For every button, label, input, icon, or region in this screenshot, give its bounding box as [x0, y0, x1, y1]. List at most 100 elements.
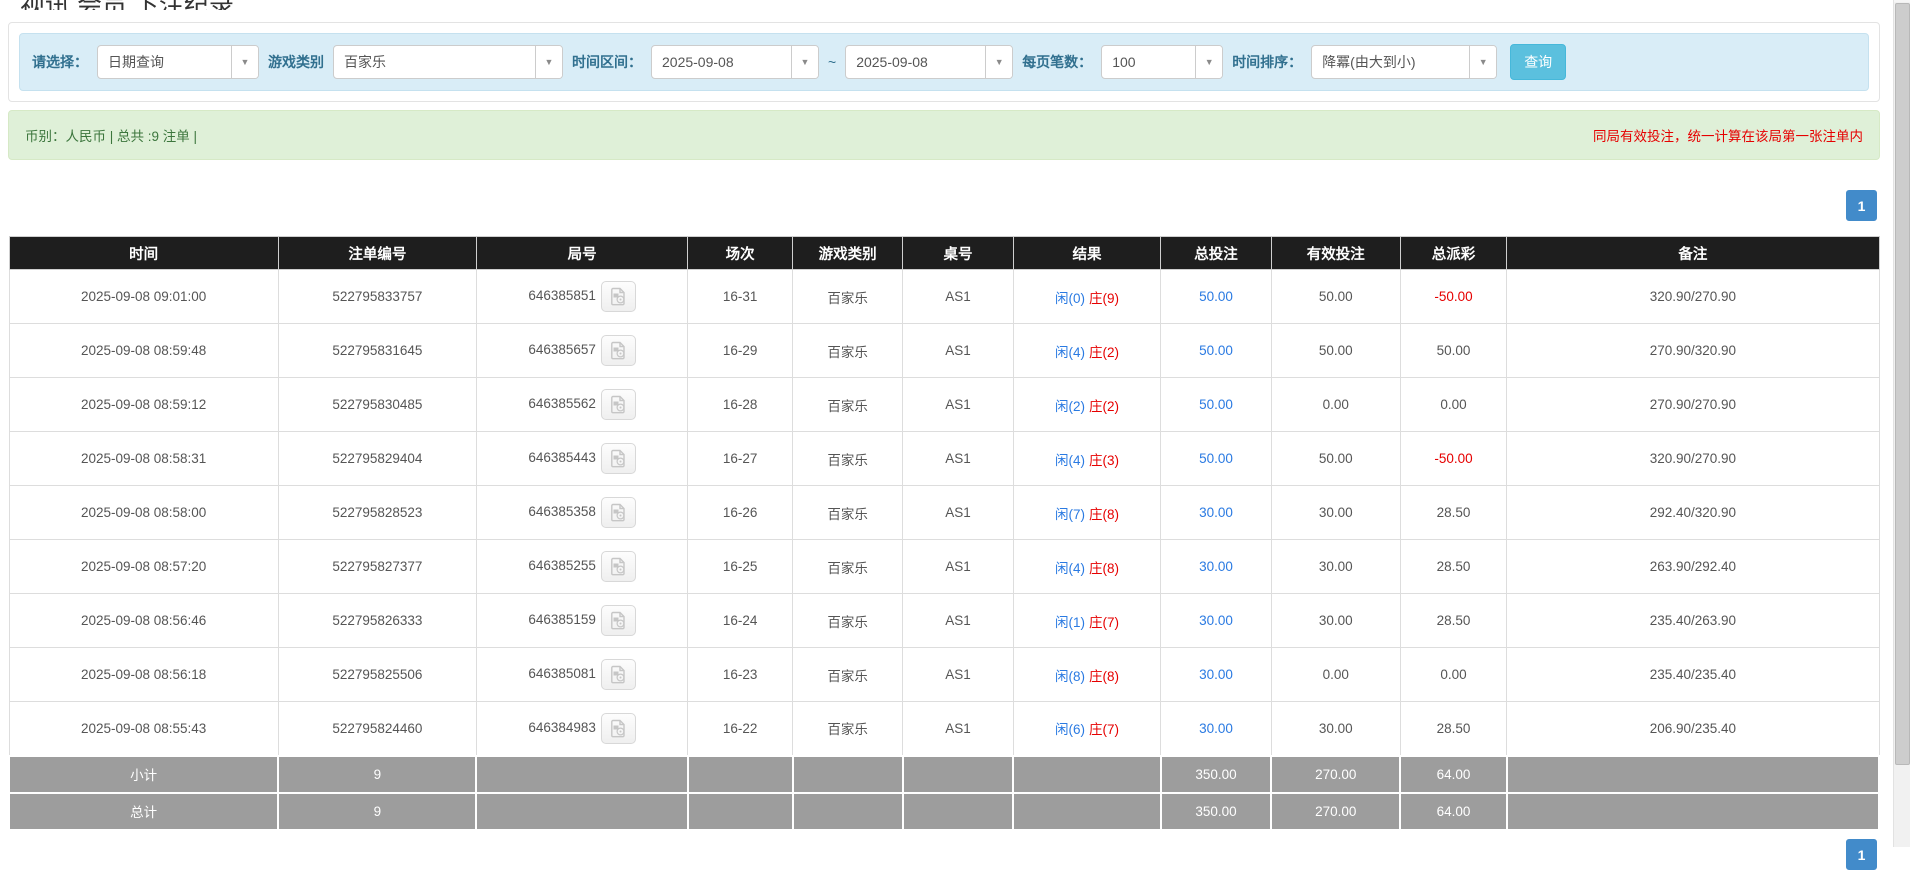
game-type-select[interactable]: 百家乐 ▼: [333, 45, 563, 79]
table-row: 2025-09-08 09:01:00 522795833757 6463858…: [9, 270, 1879, 324]
cell-time: 2025-09-08 08:59:48: [9, 324, 278, 378]
chevron-down-icon: ▼: [535, 46, 562, 78]
cell-table-no: AS1: [903, 324, 1013, 378]
cell-result: 闲(4)庄(8): [1013, 540, 1161, 594]
filter-panel: 请选择： 日期查询 ▼ 游戏类别 百家乐 ▼ 时间区间： 2025-09-08 …: [8, 22, 1880, 102]
cell-total-bet[interactable]: 30.00: [1161, 702, 1271, 756]
chevron-down-icon: ▼: [985, 46, 1012, 78]
cell-valid-bet: 50.00: [1271, 432, 1400, 486]
cell-total-bet[interactable]: 50.00: [1161, 270, 1271, 324]
cell-payout: 50.00: [1400, 324, 1507, 378]
cell-game-type: 百家乐: [793, 486, 903, 540]
per-page-select[interactable]: 100 ▼: [1101, 45, 1223, 79]
cell-game-type: 百家乐: [793, 324, 903, 378]
cell-valid-bet: 50.00: [1271, 270, 1400, 324]
cell-total-bet[interactable]: 50.00: [1161, 324, 1271, 378]
video-replay-icon[interactable]: [601, 605, 636, 636]
pagination-top: 1: [8, 190, 1880, 222]
col-header-total-bet: 总投注: [1161, 237, 1271, 270]
video-replay-icon[interactable]: [601, 497, 636, 528]
table-row: 2025-09-08 08:58:00 522795828523 6463853…: [9, 486, 1879, 540]
table-row: 2025-09-08 08:59:12 522795830485 6463855…: [9, 378, 1879, 432]
video-replay-icon[interactable]: [601, 551, 636, 582]
cell-table-no: AS1: [903, 270, 1013, 324]
subtotal-payout: 64.00: [1400, 756, 1507, 793]
cell-table-no: AS1: [903, 702, 1013, 756]
cell-time: 2025-09-08 08:56:18: [9, 648, 278, 702]
cell-total-bet[interactable]: 30.00: [1161, 594, 1271, 648]
per-page-label: 每页笔数：: [1022, 52, 1092, 72]
cell-round-id: 646385358: [476, 486, 687, 540]
col-header-round-id: 局号: [476, 237, 687, 270]
cell-session: 16-27: [688, 432, 793, 486]
select-type-label: 请选择：: [32, 52, 88, 72]
cell-total-bet[interactable]: 30.00: [1161, 540, 1271, 594]
video-replay-icon[interactable]: [601, 281, 636, 312]
cell-remark: 235.40/263.90: [1507, 594, 1879, 648]
cell-table-no: AS1: [903, 594, 1013, 648]
page-title: 视讯 会员 下注纪录: [20, 0, 1880, 10]
bet-records-table: 时间 注单编号 局号 场次 游戏类别 桌号 结果 总投注 有效投注 总派彩 备注…: [8, 236, 1880, 831]
cell-remark: 320.90/270.90: [1507, 432, 1879, 486]
cell-session: 16-23: [688, 648, 793, 702]
chevron-down-icon: ▼: [791, 46, 818, 78]
date-from-select[interactable]: 2025-09-08 ▼: [651, 45, 819, 79]
cell-session: 16-28: [688, 378, 793, 432]
page-1-button[interactable]: 1: [1846, 190, 1877, 221]
page-1-button-bottom[interactable]: 1: [1846, 839, 1877, 870]
time-sort-value: 降冪(由大到小): [1312, 46, 1469, 78]
cell-total-bet[interactable]: 30.00: [1161, 648, 1271, 702]
cell-game-type: 百家乐: [793, 594, 903, 648]
scrollbar-thumb[interactable]: [1895, 3, 1910, 765]
cell-total-bet[interactable]: 50.00: [1161, 378, 1271, 432]
cell-payout: 28.50: [1400, 594, 1507, 648]
cell-game-type: 百家乐: [793, 432, 903, 486]
chevron-down-icon: ▼: [1469, 46, 1496, 78]
time-sort-select[interactable]: 降冪(由大到小) ▼: [1311, 45, 1497, 79]
cell-payout: 0.00: [1400, 648, 1507, 702]
cell-remark: 206.90/235.40: [1507, 702, 1879, 756]
cell-result: 闲(4)庄(2): [1013, 324, 1161, 378]
video-replay-icon[interactable]: [601, 713, 636, 744]
table-row: 2025-09-08 08:55:43 522795824460 6463849…: [9, 702, 1879, 756]
cell-total-bet[interactable]: 50.00: [1161, 432, 1271, 486]
cell-time: 2025-09-08 08:55:43: [9, 702, 278, 756]
video-replay-icon[interactable]: [601, 659, 636, 690]
time-sort-label: 时间排序：: [1232, 52, 1302, 72]
cell-total-bet[interactable]: 30.00: [1161, 486, 1271, 540]
cell-round-id: 646385851: [476, 270, 687, 324]
grand-total-valid-bet: 270.00: [1271, 793, 1400, 830]
cell-round-id: 646385562: [476, 378, 687, 432]
date-to-select[interactable]: 2025-09-08 ▼: [845, 45, 1013, 79]
video-replay-icon[interactable]: [601, 389, 636, 420]
cell-payout: 28.50: [1400, 540, 1507, 594]
cell-game-type: 百家乐: [793, 540, 903, 594]
cell-table-no: AS1: [903, 432, 1013, 486]
col-header-result: 结果: [1013, 237, 1161, 270]
col-header-table-no: 桌号: [903, 237, 1013, 270]
cell-round-id: 646384983: [476, 702, 687, 756]
game-type-label: 游戏类别: [268, 52, 324, 72]
per-page-value: 100: [1102, 46, 1195, 78]
scrollbar[interactable]: ▲: [1893, 0, 1910, 847]
cell-round-id: 646385443: [476, 432, 687, 486]
search-button[interactable]: 查询: [1510, 44, 1566, 80]
table-row: 2025-09-08 08:59:48 522795831645 6463856…: [9, 324, 1879, 378]
table-row: 2025-09-08 08:58:31 522795829404 6463854…: [9, 432, 1879, 486]
date-to-value: 2025-09-08: [846, 46, 985, 78]
query-type-select[interactable]: 日期查询 ▼: [97, 45, 259, 79]
scrollbar-up-icon[interactable]: ▲: [1894, 0, 1910, 2]
cell-round-id: 646385657: [476, 324, 687, 378]
video-replay-icon[interactable]: [601, 335, 636, 366]
cell-payout: 28.50: [1400, 486, 1507, 540]
cell-valid-bet: 30.00: [1271, 540, 1400, 594]
cell-session: 16-24: [688, 594, 793, 648]
cell-remark: 235.40/235.40: [1507, 648, 1879, 702]
cell-remark: 270.90/320.90: [1507, 324, 1879, 378]
cell-round-id: 646385159: [476, 594, 687, 648]
table-header-row: 时间 注单编号 局号 场次 游戏类别 桌号 结果 总投注 有效投注 总派彩 备注: [9, 237, 1879, 270]
cell-payout: -50.00: [1400, 270, 1507, 324]
video-replay-icon[interactable]: [601, 443, 636, 474]
time-range-label: 时间区间：: [572, 52, 642, 72]
cell-result: 闲(6)庄(7): [1013, 702, 1161, 756]
